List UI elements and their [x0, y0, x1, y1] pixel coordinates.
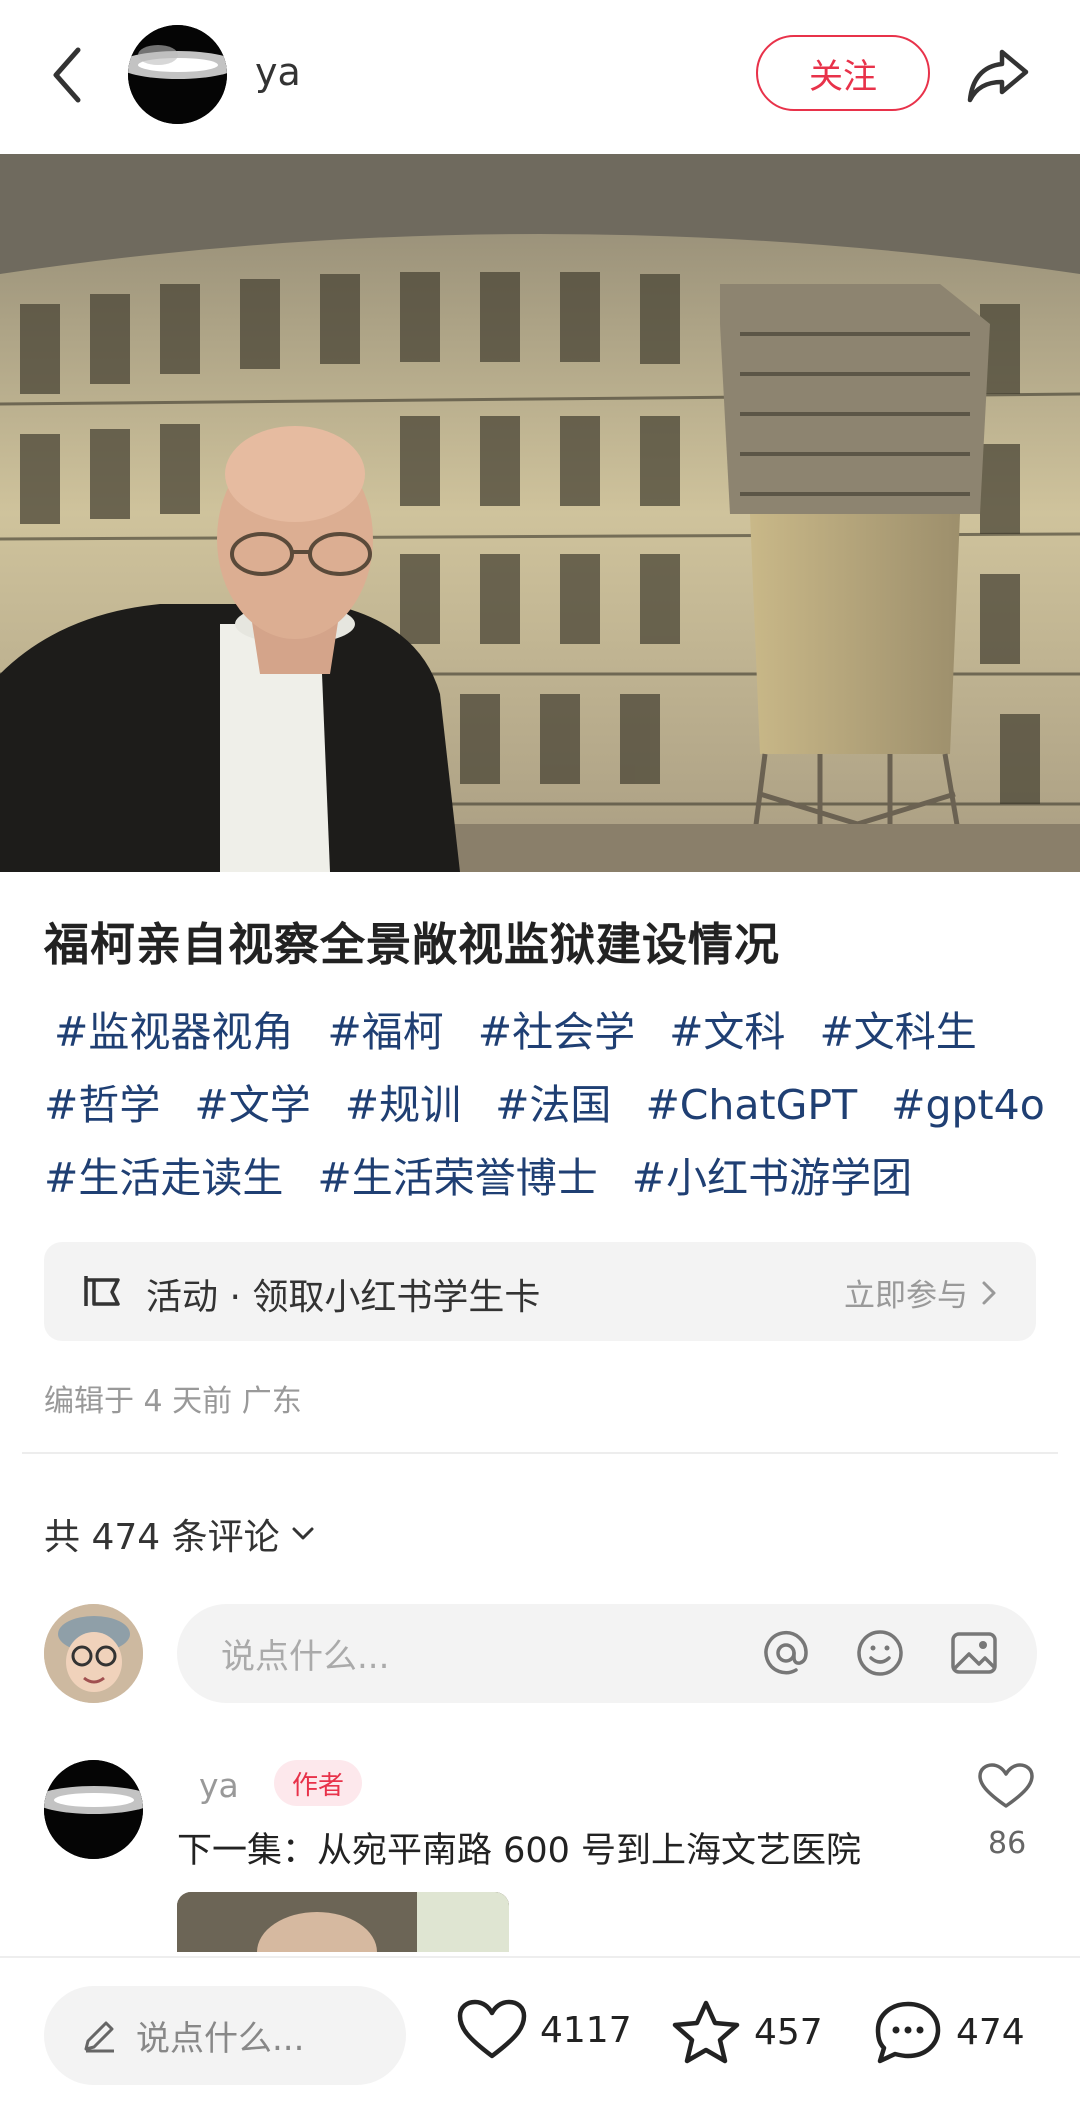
tag-list: #监视器视角 #福柯 #社会学 #文科 #文科生 #哲学 #文学 #规训 #法国 #ChatGP…: [44, 996, 1054, 1215]
at-icon[interactable]: [759, 1626, 813, 1680]
favorite-button[interactable]: 457: [670, 1998, 823, 2066]
top-bar: ya 关注: [0, 0, 1080, 154]
tag-item[interactable]: #监视器视角: [54, 1008, 293, 1056]
join-activity-label: 立即参与: [844, 1278, 968, 1314]
tag-item[interactable]: #生活走读生: [44, 1154, 283, 1202]
comment-like-count: 86: [988, 1826, 1027, 1861]
post-title: 福柯亲自视察全景敞视监狱建设情况: [44, 918, 781, 971]
comment-avatar[interactable]: [44, 1760, 143, 1859]
comment-button[interactable]: 474: [872, 1998, 1025, 2066]
activity-banner[interactable]: 活动 · 领取小红书学生卡 立即参与: [44, 1242, 1036, 1341]
tag-item[interactable]: #文科生: [819, 1008, 976, 1056]
tag-item[interactable]: #生活荣誉博士: [317, 1154, 597, 1202]
activity-icon: [82, 1272, 122, 1310]
bottom-comment-input[interactable]: 说点什么...: [44, 1986, 406, 2085]
edit-info: 编辑于 4 天前 广东: [44, 1384, 302, 1419]
pencil-icon: [84, 2021, 114, 2052]
heart-icon: [457, 1999, 527, 2059]
comment-image[interactable]: [177, 1892, 509, 1952]
comment-input-tools: [759, 1626, 1001, 1680]
comment-count-label: 共 474 条评论: [44, 1517, 280, 1558]
tag-item[interactable]: #福柯: [327, 1008, 443, 1056]
comment-total-count: 474: [956, 2011, 1025, 2053]
tag-item[interactable]: #哲学: [44, 1081, 160, 1129]
tag-item[interactable]: #文学: [194, 1081, 310, 1129]
divider: [22, 1452, 1058, 1454]
my-avatar[interactable]: [44, 1604, 143, 1703]
join-activity-button[interactable]: 立即参与: [844, 1270, 998, 1315]
author-avatar[interactable]: [128, 25, 227, 124]
post-image[interactable]: [0, 154, 1080, 872]
tag-item[interactable]: #社会学: [478, 1008, 635, 1056]
comment-count-sort[interactable]: 共 474 条评论: [44, 1508, 316, 1560]
heart-icon[interactable]: [976, 1762, 1036, 1812]
bottom-input-placeholder: 说点什么...: [136, 2019, 305, 2059]
author-badge: 作者: [274, 1760, 362, 1806]
tag-item[interactable]: #ChatGPT: [645, 1081, 857, 1129]
tag-item[interactable]: #文科: [669, 1008, 785, 1056]
tag-item[interactable]: #规训: [345, 1081, 461, 1129]
emoji-icon[interactable]: [853, 1626, 907, 1680]
author-name[interactable]: ya: [255, 50, 301, 94]
comment-input-placeholder: 说点什么...: [221, 1637, 390, 1677]
note-detail-page: ya 关注 福柯亲自视察全景敞视监狱建设情况 #监视器视角 #福柯 #社会学 #…: [0, 0, 1080, 2120]
comment-text[interactable]: 下一集：从宛平南路 600 号到上海文艺医院: [177, 1822, 861, 1873]
chevron-down-icon: [292, 1527, 314, 1540]
comment-input[interactable]: 说点什么...: [177, 1604, 1037, 1703]
image-icon[interactable]: [947, 1626, 1001, 1680]
follow-button[interactable]: 关注: [756, 35, 930, 111]
chevron-right-icon: [982, 1281, 996, 1304]
favorite-count: 457: [754, 2011, 823, 2053]
like-button[interactable]: 4117: [456, 1998, 632, 2062]
tag-item[interactable]: #法国: [495, 1081, 611, 1129]
share-icon[interactable]: [964, 42, 1034, 108]
like-count: 4117: [540, 2009, 632, 2051]
star-icon: [672, 2000, 740, 2064]
bottom-action-bar: 说点什么... 4117 457 474: [0, 1956, 1080, 2120]
comment-author-name[interactable]: ya: [199, 1766, 239, 1805]
back-icon[interactable]: [46, 42, 90, 108]
activity-text: 活动 · 领取小红书学生卡: [146, 1277, 541, 1318]
comment-icon: [875, 2001, 941, 2064]
tag-item[interactable]: #小红书游学团: [632, 1154, 912, 1202]
tag-item[interactable]: #gpt4o: [891, 1081, 1045, 1129]
